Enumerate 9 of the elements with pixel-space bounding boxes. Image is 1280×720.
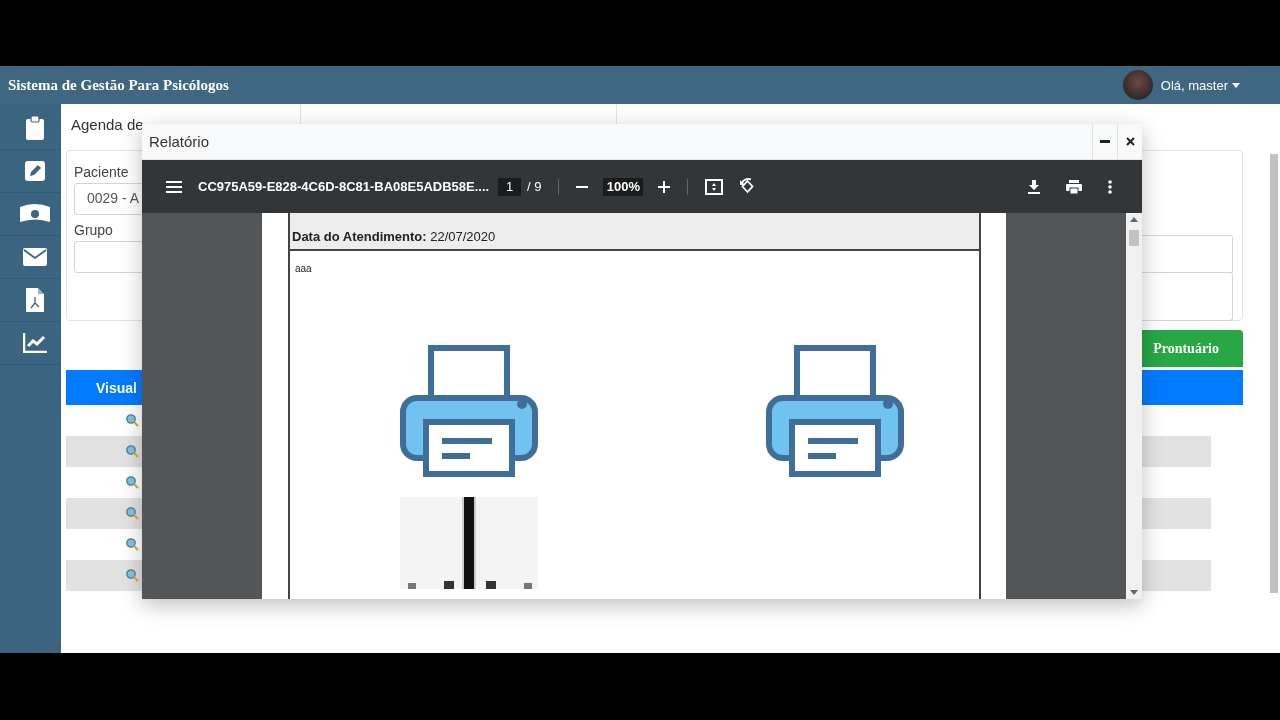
document-text: aaa <box>294 262 313 274</box>
column-header: Visual <box>95 379 137 396</box>
app-title: Sistema de Gestão Para Psicólogos <box>8 76 229 94</box>
field-label: Paciente <box>74 163 129 182</box>
field-label: Grupo <box>74 221 113 240</box>
file-name: CC975A59-E828-4C6D-8C81-BA08E5ADB58E.... <box>198 179 488 194</box>
document-text: Data do Atendimento: 22/07/2020 <box>292 228 497 246</box>
page-count: / 9 <box>527 179 542 194</box>
dialog-title: Relatório <box>148 133 211 150</box>
